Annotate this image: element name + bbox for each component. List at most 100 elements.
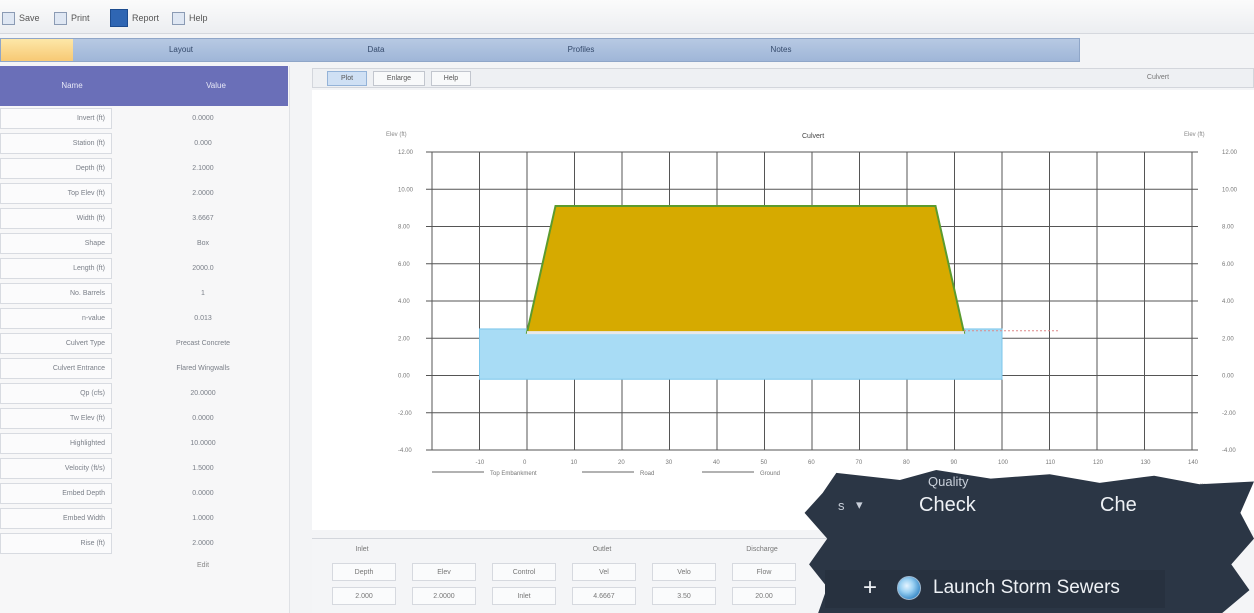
- property-name: Qp (cfs): [0, 383, 112, 404]
- toolbar: Save Print Report Help: [0, 0, 1254, 34]
- table-cell: Depth: [332, 563, 396, 581]
- property-value[interactable]: 20.0000: [118, 383, 288, 404]
- property-row: Tw Elev (ft) 0.0000: [0, 406, 288, 431]
- property-value[interactable]: 2.0000: [118, 533, 288, 554]
- property-value[interactable]: 0.000: [118, 133, 288, 154]
- x-tick-label: 10: [571, 460, 578, 466]
- y-right-tick-label: 10.00: [1222, 187, 1238, 193]
- property-row: Station (ft) 0.000: [0, 131, 288, 156]
- plot-button[interactable]: Plot: [327, 71, 367, 86]
- tab-notes[interactable]: Notes: [721, 39, 841, 61]
- property-value[interactable]: 0.0000: [118, 408, 288, 429]
- help-label: Help: [189, 13, 208, 23]
- y-right-tick-label: 6.00: [1222, 262, 1234, 268]
- y-left-tick-label: -2.00: [398, 411, 412, 417]
- globe-icon: [897, 576, 921, 600]
- check-button[interactable]: Check: [919, 494, 976, 517]
- table-cell: 3.50: [652, 587, 716, 605]
- property-row: Embed Depth 0.0000: [0, 481, 288, 506]
- table-cell: Vel: [572, 563, 636, 581]
- table-cell: Velo: [652, 563, 716, 581]
- x-tick-label: 100: [998, 460, 1009, 466]
- y-left-axis-label: Elev (ft): [386, 132, 407, 138]
- property-value[interactable]: 3.6667: [118, 208, 288, 229]
- tab-layout[interactable]: Layout: [121, 39, 241, 61]
- property-row: Length (ft) 2000.0: [0, 256, 288, 281]
- property-value[interactable]: 10.0000: [118, 433, 288, 454]
- property-value[interactable]: 1.5000: [118, 458, 288, 479]
- property-row: Rise (ft) 2.0000: [0, 531, 288, 556]
- property-value[interactable]: Box: [118, 233, 288, 254]
- enlarge-button[interactable]: Enlarge: [373, 71, 425, 86]
- property-value[interactable]: 2.0000: [118, 183, 288, 204]
- legend-label: Road: [640, 471, 654, 477]
- property-value[interactable]: 0.013: [118, 308, 288, 329]
- property-value[interactable]: Flared Wingwalls: [118, 358, 288, 379]
- y-right-tick-label: 12.00: [1222, 150, 1238, 156]
- property-name: Shape: [0, 233, 112, 254]
- check-button-2[interactable]: Che: [1100, 494, 1137, 517]
- property-name: Invert (ft): [0, 108, 112, 129]
- panel-footer[interactable]: Edit: [118, 562, 288, 578]
- x-tick-label: 60: [808, 460, 815, 466]
- property-panel-header: Name Value: [0, 66, 288, 106]
- property-value[interactable]: 1: [118, 283, 288, 304]
- property-value[interactable]: 0.0000: [118, 483, 288, 504]
- x-tick-label: 130: [1141, 460, 1152, 466]
- value-column-header: Value: [206, 81, 226, 90]
- property-name: No. Barrels: [0, 283, 112, 304]
- property-name: Length (ft): [0, 258, 112, 279]
- table-cell: Inlet: [492, 587, 556, 605]
- table-header: Outlet: [592, 546, 612, 553]
- property-value[interactable]: 0.0000: [118, 108, 288, 129]
- tab-data[interactable]: Data: [321, 39, 431, 61]
- culvert-chart: 12.00 12.00 10.00 10.00 8.00 8.00 6.00 6.00 4.00…: [386, 132, 1238, 490]
- tab-profiles[interactable]: Profiles: [521, 39, 641, 61]
- view-help-button[interactable]: Help: [431, 71, 471, 86]
- x-tick-label: 120: [1093, 460, 1104, 466]
- property-value[interactable]: 2.1000: [118, 158, 288, 179]
- x-tick-label: 70: [856, 460, 863, 466]
- y-left-tick-label: 8.00: [398, 225, 410, 231]
- property-value[interactable]: 1.0000: [118, 508, 288, 529]
- print-button[interactable]: Print: [54, 8, 90, 28]
- table-cell: 2.000: [332, 587, 396, 605]
- x-tick-label: 20: [618, 460, 625, 466]
- property-row: No. Barrels 1: [0, 281, 288, 306]
- x-tick-label: 0: [523, 460, 527, 466]
- property-row: Embed Width 1.0000: [0, 506, 288, 531]
- property-name: Station (ft): [0, 133, 112, 154]
- property-name: Culvert Entrance: [0, 358, 112, 379]
- ribbon-quality-label: Quality: [928, 474, 969, 489]
- table-header: [492, 541, 552, 559]
- y-left-tick-label: 10.00: [398, 187, 414, 193]
- table-header: Inlet: [355, 546, 369, 553]
- y-left-tick-label: -4.00: [398, 448, 412, 454]
- property-row: Invert (ft) 0.0000: [0, 106, 288, 131]
- save-button[interactable]: Save: [2, 8, 40, 28]
- report-button[interactable]: Report: [110, 8, 159, 28]
- y-left-tick-label: 6.00: [398, 262, 410, 268]
- chevron-down-icon[interactable]: ▾: [856, 497, 863, 513]
- x-tick-label: 140: [1188, 460, 1199, 466]
- property-name: Culvert Type: [0, 333, 112, 354]
- launch-storm-sewers-button[interactable]: + Launch Storm Sewers: [825, 570, 1165, 608]
- name-column-header: Name: [61, 81, 83, 90]
- tab-home[interactable]: [1, 39, 73, 61]
- plot-area: 12.00 12.00 10.00 10.00 8.00 8.00 6.00 6.00 4.00…: [312, 90, 1254, 530]
- print-icon: [54, 11, 67, 25]
- table-cell: Flow: [732, 563, 796, 581]
- tab-strip: Layout Data Profiles Notes: [0, 38, 1080, 62]
- property-value[interactable]: 2000.0: [118, 258, 288, 279]
- property-name: Embed Width: [0, 508, 112, 529]
- property-name: Depth (ft): [0, 158, 112, 179]
- x-tick-label: 90: [951, 460, 958, 466]
- property-name: Embed Depth: [0, 483, 112, 504]
- property-value[interactable]: Precast Concrete: [118, 333, 288, 354]
- help-button[interactable]: Help: [172, 8, 208, 28]
- table-cell: 2.0000: [412, 587, 476, 605]
- property-name: Highlighted: [0, 433, 112, 454]
- table-header: [652, 541, 712, 559]
- property-name: Width (ft): [0, 208, 112, 229]
- y-left-tick-label: 0.00: [398, 374, 410, 380]
